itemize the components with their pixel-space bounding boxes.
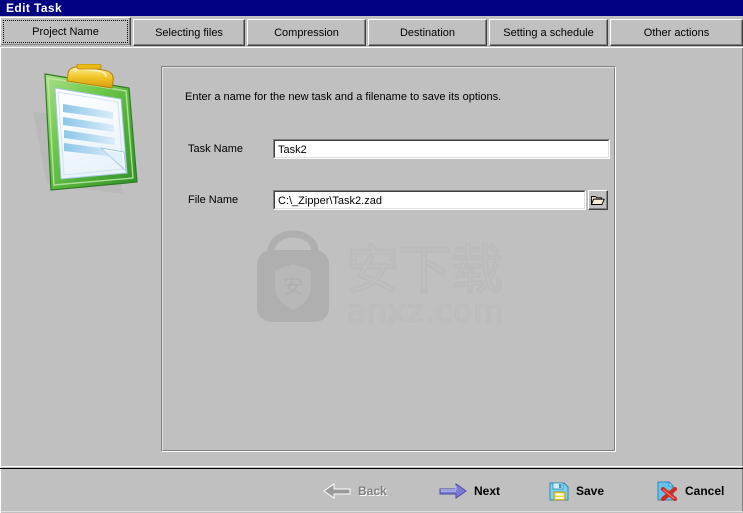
save-button[interactable]: Save <box>549 480 604 502</box>
document-x-icon <box>657 481 678 501</box>
save-button-label: Save <box>576 484 605 498</box>
tab-selecting-files[interactable]: Selecting files <box>133 19 245 46</box>
file-name-input[interactable]: C:\_Zipper\Task2.zad <box>273 190 586 210</box>
browse-file-button[interactable] <box>588 190 608 210</box>
next-button[interactable]: Next <box>439 480 500 502</box>
tab-strip: Project Name Selecting files Compression… <box>0 17 743 48</box>
arrow-left-icon <box>323 483 351 499</box>
footer-divider-highlight <box>0 466 743 467</box>
edit-task-window: Edit Task Project Name Selecting files C… <box>0 0 743 513</box>
site-watermark: 安 安下载 anxz.com <box>251 230 521 331</box>
cancel-button[interactable]: Cancel <box>656 480 724 502</box>
watermark-cn-text: 安下载 <box>347 241 503 301</box>
panel-instruction: Enter a name for the new task and a file… <box>185 91 502 103</box>
footer-toolbar: Back Next Save Cancel <box>0 469 743 513</box>
window-title: Edit Task <box>6 1 63 15</box>
tab-label: Destination <box>399 26 456 39</box>
folder-open-icon <box>590 195 605 205</box>
watermark-badge-char: 安 <box>283 274 303 298</box>
back-button[interactable]: Back <box>323 480 387 502</box>
tab-setting-a-schedule[interactable]: Setting a schedule <box>489 19 608 46</box>
project-name-panel: Enter a name for the new task and a file… <box>161 66 616 452</box>
task-name-label: Task Name <box>188 143 244 155</box>
watermark-domain-text: anxz.com <box>347 294 504 330</box>
browse-file-button-inner <box>589 191 607 209</box>
back-button-label: Back <box>358 484 387 498</box>
tab-other-actions[interactable]: Other actions <box>610 19 743 46</box>
client-area: Enter a name for the new task and a file… <box>0 48 743 468</box>
next-button-label: Next <box>474 484 501 498</box>
clipboard-icon <box>25 64 153 200</box>
task-name-value: Task2 <box>278 144 307 156</box>
tab-label: Project Name <box>32 25 99 38</box>
file-name-row: File Name C:\_Zipper\Task2.zad <box>163 190 614 212</box>
cancel-button-label: Cancel <box>685 484 725 498</box>
tab-label: Setting a schedule <box>503 26 594 39</box>
tab-project-name[interactable]: Project Name <box>0 17 131 46</box>
task-name-input-inner: Task2 <box>274 140 609 158</box>
task-name-row: Task Name Task2 <box>163 139 614 161</box>
file-name-input-inner: C:\_Zipper\Task2.zad <box>274 191 585 209</box>
window-titlebar: Edit Task <box>0 0 743 16</box>
file-name-value: C:\_Zipper\Task2.zad <box>278 195 382 207</box>
arrow-right-icon <box>439 483 467 499</box>
tab-compression[interactable]: Compression <box>247 19 366 46</box>
floppy-disk-icon <box>549 482 569 501</box>
file-name-label: File Name <box>188 194 239 206</box>
tab-label: Selecting files <box>155 26 223 39</box>
task-name-input[interactable]: Task2 <box>273 139 610 159</box>
project-name-panel-inner: Enter a name for the new task and a file… <box>162 67 615 451</box>
tab-label: Other actions <box>643 26 710 39</box>
tab-label: Compression <box>274 26 339 39</box>
tab-destination[interactable]: Destination <box>368 19 487 46</box>
